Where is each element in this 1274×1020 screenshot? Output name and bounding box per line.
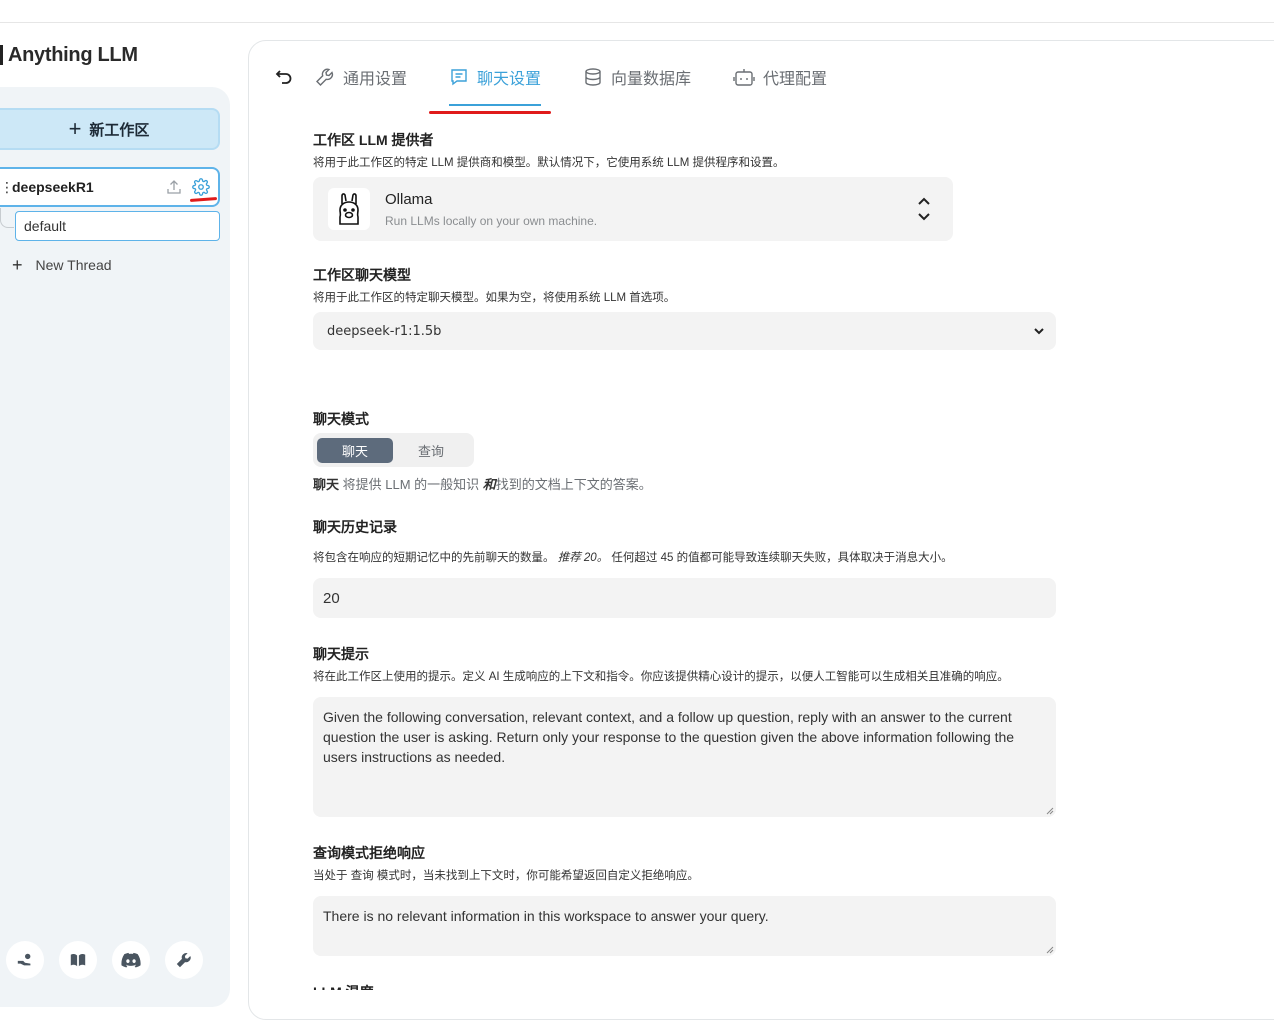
chat-prompt-text: Given the following conversation, releva… [323, 709, 1015, 765]
provider-name: Ollama [385, 191, 433, 208]
annotation-underline-tab [429, 111, 551, 114]
refusal-title: 查询模式拒绝响应 [313, 845, 425, 861]
mode-desc: 聊天 将提供 LLM 的一般知识 和找到的文档上下文的答案。 [313, 474, 652, 493]
next-section-title: LLM 温度 [313, 982, 374, 990]
robot-icon [733, 69, 755, 86]
community-hub-icon[interactable] [6, 941, 44, 979]
prompt-section: 聊天提示 将在此工作区上使用的提示。定义 AI 生成响应的上下文和指令。你应该提… [313, 644, 1009, 684]
upload-icon[interactable] [164, 177, 184, 197]
back-arrow-icon[interactable] [273, 66, 295, 88]
sidebar-footer [6, 941, 203, 979]
app-logo: Anything LLM [0, 40, 138, 70]
history-desc-c: 任何超过 45 的值都可能导致连续聊天失败，具体取决于消息大小。 [611, 552, 953, 564]
model-desc: 将用于此工作区的特定聊天模型。如果为空，将使用系统 LLM 首选项。 [313, 292, 676, 304]
provider-desc: 将用于此工作区的特定 LLM 提供商和模型。默认情况下，它使用系统 LLM 提供… [313, 157, 785, 169]
chevron-up-down-icon [918, 197, 930, 221]
discord-icon[interactable] [112, 941, 150, 979]
mode-option-chat[interactable]: 聊天 [317, 437, 393, 463]
tab-agent-config[interactable]: 代理配置 [733, 60, 827, 94]
browser-topbar [0, 0, 1274, 23]
refusal-section: 查询模式拒绝响应 当处于 查询 模式时，当未找到上下文时，你可能希望返回自定义拒… [313, 843, 699, 883]
tab-chat-settings[interactable]: 聊天设置 [449, 60, 542, 106]
history-desc-a: 将包含在响应的短期记忆中的先前聊天的数量。 [313, 552, 555, 564]
history-desc: 将包含在响应的短期记忆中的先前聊天的数量。 推荐 20。 任何超过 45 的值都… [313, 549, 953, 565]
new-thread-label: New Thread [35, 257, 112, 273]
mode-title: 聊天模式 [313, 411, 369, 427]
tab-label: 代理配置 [763, 71, 828, 88]
provider-section: 工作区 LLM 提供者 将用于此工作区的特定 LLM 提供商和模型。默认情况下，… [313, 130, 785, 170]
wrench-settings-icon[interactable] [165, 941, 203, 979]
workspace-name: deepseekR1 [12, 179, 94, 195]
workspace-settings-gear-icon[interactable] [190, 176, 212, 198]
mode-desc-and: 和 [482, 477, 496, 492]
prompt-desc: 将在此工作区上使用的提示。定义 AI 生成响应的上下文和指令。你应该提供精心设计… [313, 671, 1009, 683]
wrench-icon [316, 68, 334, 86]
model-title: 工作区聊天模型 [313, 267, 411, 283]
thread-connector [0, 208, 14, 228]
model-section: 工作区聊天模型 将用于此工作区的特定聊天模型。如果为空，将使用系统 LLM 首选… [313, 265, 675, 305]
tab-general-settings[interactable]: 通用设置 [315, 60, 407, 94]
provider-title: 工作区 LLM 提供者 [313, 132, 434, 148]
settings-tabs: 通用设置 聊天设置 向量数据库 代理配置 [273, 60, 869, 106]
history-section: 聊天历史记录 将包含在响应的短期记忆中的先前聊天的数量。 推荐 20。 任何超过… [313, 517, 953, 565]
tab-label: 通用设置 [343, 71, 408, 88]
new-thread-button[interactable]: + New Thread [12, 256, 112, 274]
chat-model-select[interactable]: deepseek-r1:1.5b [313, 312, 1056, 350]
ollama-llama-icon [328, 188, 370, 230]
mode-option-query[interactable]: 查询 [393, 438, 469, 463]
chat-history-input[interactable]: 20 [313, 578, 1056, 618]
new-workspace-label: 新工作区 [89, 121, 150, 139]
history-desc-recommend: 推荐 20。 [557, 552, 609, 564]
prompt-title: 聊天提示 [313, 646, 369, 662]
tab-label: 向量数据库 [611, 71, 692, 88]
history-title: 聊天历史记录 [313, 519, 397, 535]
resize-grip-icon[interactable] [1046, 807, 1054, 815]
query-refusal-text: There is no relevant information in this… [323, 908, 769, 924]
chat-model-value: deepseek-r1:1.5b [327, 323, 442, 339]
chat-prompt-textarea[interactable]: Given the following conversation, releva… [313, 697, 1056, 817]
workspace-item[interactable]: ⋮ deepseekR1 [0, 167, 220, 207]
resize-grip-icon[interactable] [1046, 946, 1054, 954]
docs-book-icon[interactable] [59, 941, 97, 979]
database-icon [585, 68, 601, 86]
chat-mode-toggle: 聊天 查询 [313, 433, 474, 467]
llm-provider-select[interactable]: Ollama Run LLMs locally on your own mach… [313, 177, 953, 241]
provider-subtitle: Run LLMs locally on your own machine. [385, 214, 598, 228]
drag-handle-icon[interactable]: ⋮ [0, 179, 14, 196]
chat-icon [451, 69, 467, 86]
plus-icon: + [12, 255, 23, 275]
refusal-desc: 当处于 查询 模式时，当未找到上下文时，你可能希望返回自定义拒绝响应。 [313, 870, 699, 882]
query-refusal-textarea[interactable]: There is no relevant information in this… [313, 896, 1056, 956]
new-workspace-button[interactable]: + 新工作区 [0, 108, 220, 150]
mode-desc-lead: 聊天 [313, 477, 340, 492]
tab-label: 聊天设置 [477, 71, 542, 88]
thread-default[interactable]: default [15, 211, 220, 241]
plus-icon: + [68, 116, 82, 141]
tab-vector-database[interactable]: 向量数据库 [583, 60, 691, 94]
mode-desc-tail: 找到的文档上下文的答案。 [495, 477, 652, 492]
app-title: Anything LLM [8, 43, 138, 66]
chevron-down-icon [1034, 328, 1044, 335]
mode-desc-mid: 将提供 LLM 的一般知识 [339, 477, 483, 492]
